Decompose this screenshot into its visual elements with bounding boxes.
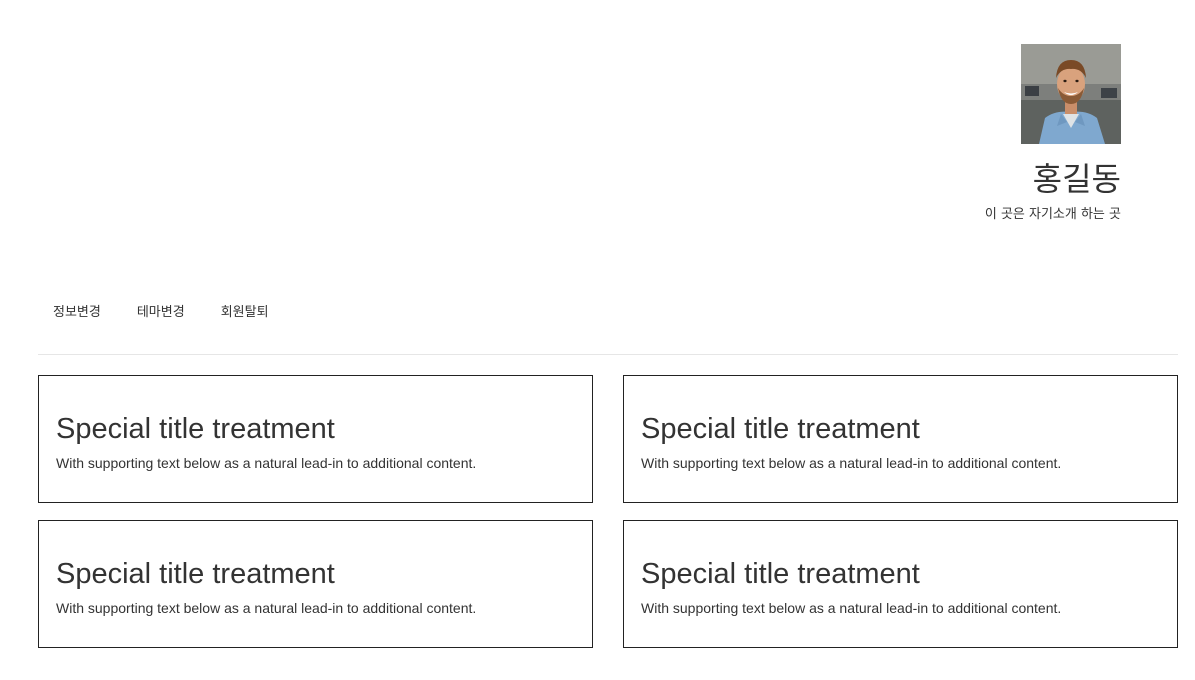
card-text: With supporting text below as a natural … [56, 455, 477, 471]
card-title: Special title treatment [641, 413, 920, 445]
avatar [1021, 44, 1121, 144]
card-title: Special title treatment [641, 558, 920, 590]
nav-item-edit-info[interactable]: 정보변경 [38, 296, 116, 330]
page: 홍길동 이 곳은 자기소개 하는 곳 정보변경 테마변경 회원탈퇴 Specia… [0, 0, 1195, 680]
card-text: With supporting text below as a natural … [56, 600, 477, 616]
nav-item-withdraw[interactable]: 회원탈퇴 [206, 296, 284, 330]
profile-nav: 정보변경 테마변경 회원탈퇴 [38, 296, 1178, 355]
profile-name: 홍길동 [1032, 160, 1121, 198]
profile-section: 홍길동 이 곳은 자기소개 하는 곳 [985, 44, 1121, 223]
card[interactable]: Special title treatment With supporting … [623, 375, 1178, 503]
card[interactable]: Special title treatment With supporting … [38, 520, 593, 648]
avatar-photo-icon [1021, 44, 1121, 144]
card[interactable]: Special title treatment With supporting … [38, 375, 593, 503]
card-text: With supporting text below as a natural … [641, 455, 1062, 471]
card-title: Special title treatment [56, 413, 335, 445]
card[interactable]: Special title treatment With supporting … [623, 520, 1178, 648]
card-text: With supporting text below as a natural … [641, 600, 1062, 616]
profile-intro: 이 곳은 자기소개 하는 곳 [984, 207, 1121, 222]
card-grid: Special title treatment With supporting … [38, 375, 1178, 648]
card-title: Special title treatment [56, 558, 335, 590]
nav-item-change-theme[interactable]: 테마변경 [122, 296, 200, 330]
